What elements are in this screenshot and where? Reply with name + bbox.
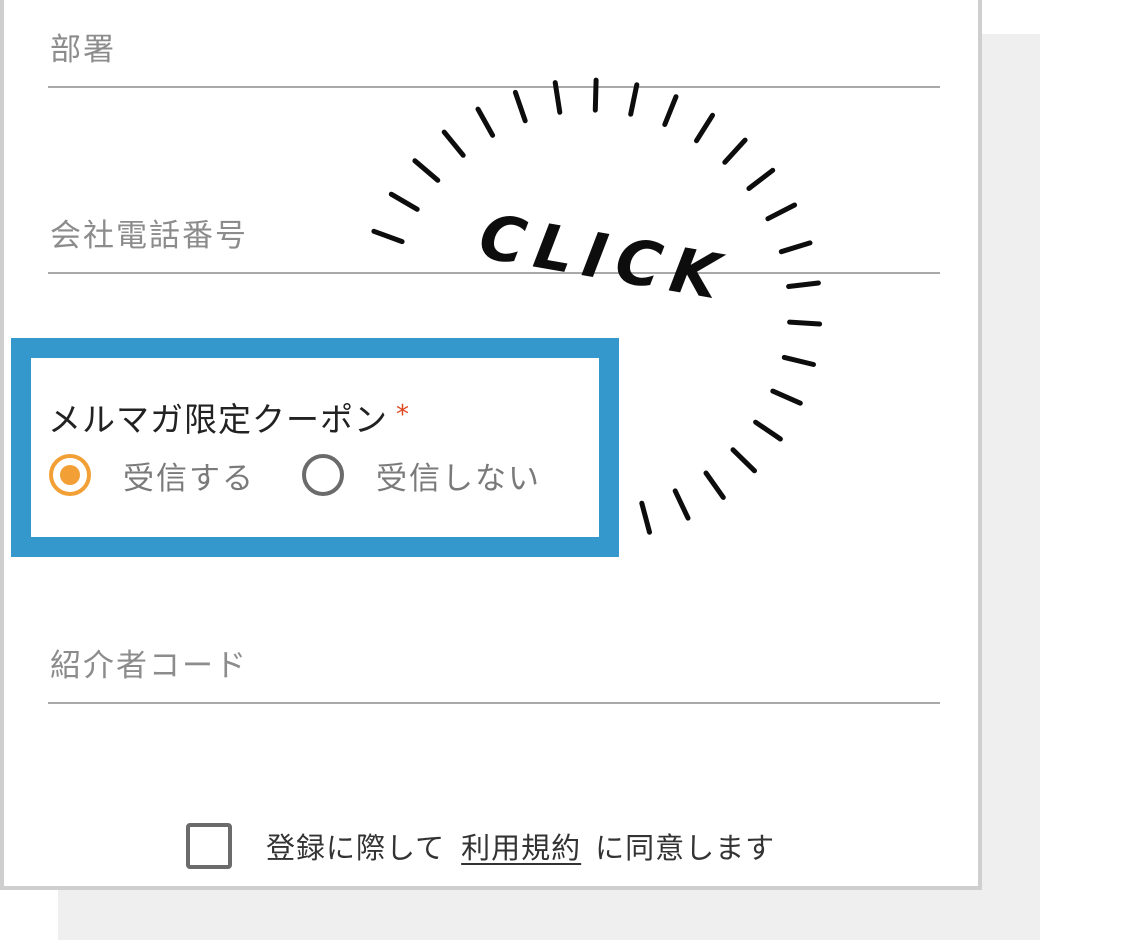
burst-tick bbox=[475, 106, 496, 138]
burst-tick bbox=[512, 89, 528, 124]
referral-code-field[interactable]: 紹介者コード bbox=[48, 634, 944, 706]
burst-tick bbox=[722, 137, 748, 165]
click-annotation-text: CLICK bbox=[474, 199, 734, 315]
click-burst-icon: CLICK bbox=[371, 77, 823, 535]
burst-tick bbox=[371, 228, 405, 245]
radio-receive-label: 受信する bbox=[123, 460, 255, 497]
burst-tick bbox=[765, 202, 798, 222]
burst-tick bbox=[787, 319, 823, 327]
newsletter-coupon-label: メルマガ限定クーポン * bbox=[48, 393, 410, 441]
burst-tick bbox=[770, 388, 803, 406]
screen: 部署 会社電話番号 紹介者コード 登録に際して 利用規約 に同意します メルマガ… bbox=[0, 0, 1140, 940]
burst-tick bbox=[786, 280, 821, 289]
radio-option-receive[interactable]: 受信する bbox=[49, 450, 255, 500]
referral-code-input[interactable] bbox=[48, 634, 944, 696]
burst-tick bbox=[703, 470, 726, 500]
burst-tick bbox=[694, 112, 715, 144]
burst-tick bbox=[628, 82, 640, 117]
burst-ticks bbox=[371, 77, 823, 535]
consent-text-before: 登録に際して bbox=[266, 831, 446, 865]
terms-consent-checkbox[interactable] bbox=[186, 823, 232, 869]
burst-tick bbox=[730, 447, 757, 474]
burst-tick bbox=[592, 77, 599, 113]
burst-tick bbox=[552, 80, 563, 115]
burst-tick bbox=[778, 240, 813, 255]
terms-of-use-link[interactable]: 利用規約 bbox=[461, 825, 581, 867]
burst-tick bbox=[753, 419, 783, 442]
radio-receive-selected[interactable] bbox=[49, 454, 91, 496]
consent-text-after: に同意します bbox=[595, 831, 776, 865]
burst-tick bbox=[781, 354, 816, 367]
burst-tick bbox=[672, 488, 691, 521]
terms-consent-row: 登録に際して 利用規約 に同意します bbox=[186, 820, 775, 872]
burst-tick bbox=[662, 94, 679, 127]
burst-tick bbox=[639, 500, 652, 535]
burst-tick bbox=[412, 158, 441, 183]
newsletter-coupon-label-text: メルマガ限定クーポン bbox=[48, 400, 388, 439]
burst-tick bbox=[388, 191, 420, 212]
burst-tick bbox=[441, 129, 466, 158]
radio-decline-unselected[interactable] bbox=[302, 454, 344, 496]
burst-tick bbox=[746, 167, 776, 191]
referral-code-underline bbox=[48, 702, 940, 704]
